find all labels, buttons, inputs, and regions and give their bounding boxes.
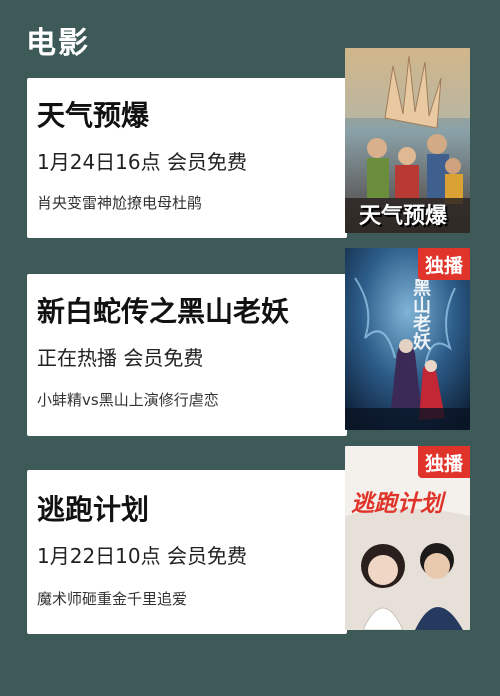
movie-title: 天气预爆 [37,99,150,132]
movie-poster[interactable]: 逃跑计划 独播 [345,446,470,630]
movie-description: 小蚌精vs黑山上演修行虐恋 [37,391,219,409]
movie-title: 新白蛇传之黑山老妖 [37,295,290,328]
movie-description: 肖央变雷神尬撩电母杜鹃 [37,194,203,212]
exclusive-badge: 独播 [418,446,470,478]
poster-title: 黑山老妖 [410,278,431,350]
section-title: 电影 [26,26,90,61]
movie-schedule: 1月22日10点 会员免费 [37,544,247,568]
poster-title: 逃跑计划 [351,491,443,517]
movie-card-baishe[interactable]: 新白蛇传之黑山老妖 正在热播 会员免费 小蚌精vs黑山上演修行虐恋 [27,274,347,436]
poster-title: 天气预爆 [359,204,448,229]
movie-poster[interactable]: 天气预爆 [345,48,470,233]
movie-card-tianqi[interactable]: 天气预爆 1月24日16点 会员免费 肖央变雷神尬撩电母杜鹃 [27,78,347,238]
movie-card-taopao[interactable]: 逃跑计划 1月22日10点 会员免费 魔术师砸重金千里追爱 [27,470,347,634]
exclusive-badge: 独播 [418,248,470,280]
movie-schedule: 1月24日16点 会员免费 [37,150,247,174]
movie-schedule: 正在热播 会员免费 [37,346,204,370]
movie-poster[interactable]: 黑山老妖 独播 [345,248,470,430]
movie-title: 逃跑计划 [37,493,150,526]
movie-description: 魔术师砸重金千里追爱 [37,590,188,608]
